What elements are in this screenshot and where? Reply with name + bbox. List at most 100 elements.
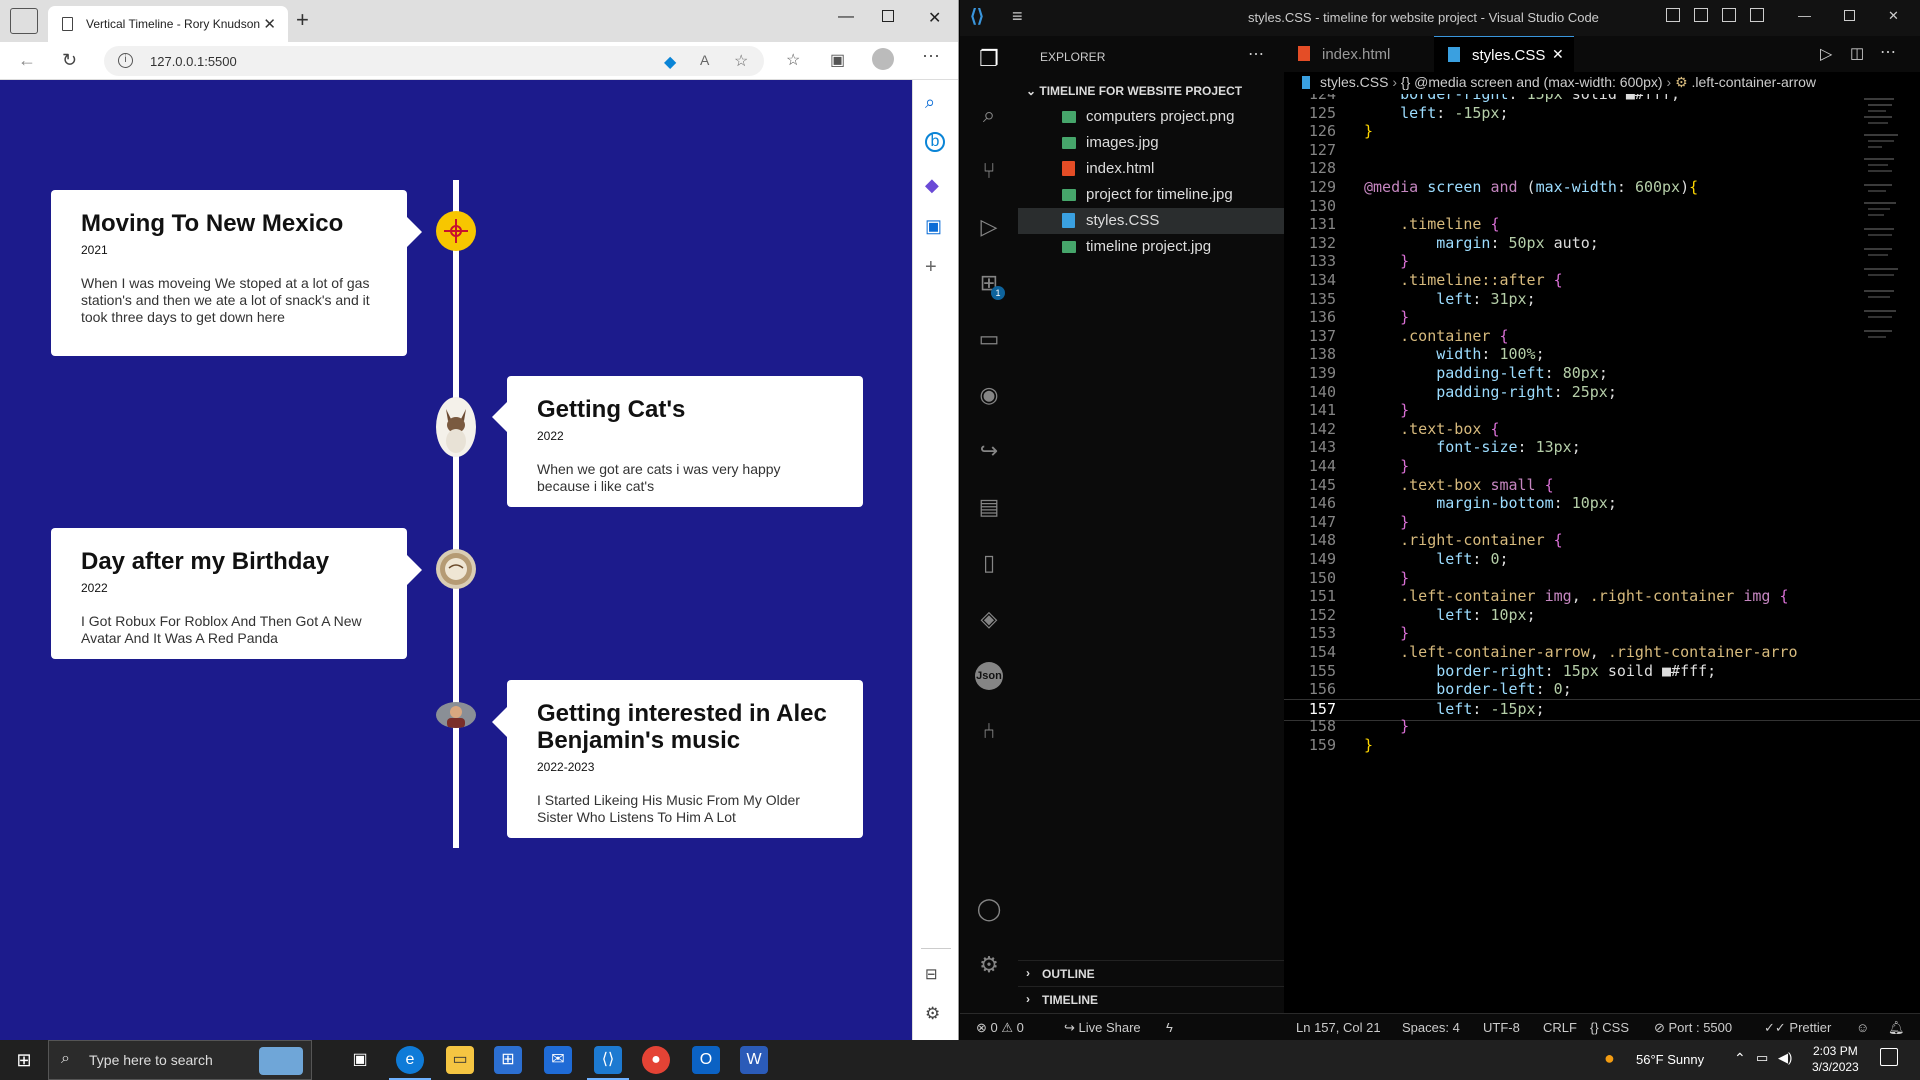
port-status[interactable]: ⊘ Port : 5500 [1654, 1020, 1732, 1036]
code-line[interactable]: 159} [1284, 736, 1920, 758]
breadcrumb-item[interactable]: {} @media screen and (max-width: 600px) [1401, 74, 1663, 90]
git-graph-icon[interactable]: ⑃ [975, 718, 1003, 746]
chrome-icon[interactable]: ● [642, 1046, 670, 1074]
clock[interactable]: 2:03 PM 3/3/2023 [1812, 1044, 1859, 1074]
mail-icon[interactable]: ✉ [544, 1046, 572, 1074]
outlook-taskbar-icon[interactable]: O [692, 1046, 720, 1074]
toggle-panel-icon[interactable] [1694, 8, 1708, 22]
maximize-icon[interactable] [882, 10, 894, 22]
favorites-icon[interactable]: ☆ [786, 50, 800, 70]
close-tab-icon[interactable]: ✕ [263, 15, 276, 33]
manage-gear-icon[interactable]: ⚙ [975, 952, 1003, 980]
read-aloud-icon[interactable]: A [700, 52, 709, 68]
file-item[interactable]: computers project.png [1018, 104, 1284, 130]
shopping-icon[interactable]: ◆ [925, 175, 939, 196]
tab-styles-css[interactable]: styles.CSS ✕ [1434, 36, 1574, 72]
split-editor-icon[interactable]: ◫ [1850, 44, 1864, 62]
browser-tab[interactable]: Vertical Timeline - Rory Knudson ✕ [48, 6, 288, 42]
profile-avatar[interactable] [872, 48, 894, 70]
toggle-primary-sidebar-icon[interactable] [1666, 8, 1680, 22]
github-icon[interactable]: ◉ [975, 382, 1003, 410]
terminal-icon[interactable]: ▤ [975, 494, 1003, 522]
maximize-icon[interactable] [1844, 10, 1855, 21]
close-window-icon[interactable]: ✕ [928, 8, 941, 28]
notifications-icon[interactable] [1880, 1048, 1898, 1066]
add-icon[interactable]: + [925, 256, 937, 279]
notifications-bell-icon[interactable]: 🔔︎ [1888, 1020, 1905, 1036]
lightning-icon[interactable]: ϟ [1166, 1020, 1173, 1035]
more-actions-icon[interactable]: ⋯ [1880, 42, 1896, 62]
timeline-section[interactable]: › TIMELINE [1018, 986, 1284, 1012]
shopping-tag-icon[interactable]: ◆ [664, 52, 676, 72]
python-icon[interactable]: ◈ [975, 606, 1003, 634]
store-icon[interactable]: ⊞ [494, 1046, 522, 1074]
minimap[interactable] [1860, 94, 1916, 354]
file-item[interactable]: images.jpg [1018, 130, 1284, 156]
minimize-icon[interactable]: — [838, 8, 854, 26]
vscode-taskbar-icon[interactable]: ⟨⟩ [594, 1046, 622, 1074]
file-item[interactable]: timeline project.jpg [1018, 234, 1284, 260]
feedback-icon[interactable]: ☺ [1856, 1020, 1869, 1035]
problems-status[interactable]: ⊗ 0 ⚠ 0 [976, 1020, 1024, 1036]
toggle-secondary-sidebar-icon[interactable] [1722, 8, 1736, 22]
search-icon[interactable]: ⌕ [975, 102, 1003, 130]
prettier-status[interactable]: ✓✓ Prettier [1764, 1020, 1831, 1036]
file-explorer-icon[interactable]: ▭ [446, 1046, 474, 1074]
outlook-icon[interactable]: ▣ [925, 216, 942, 237]
task-view-icon[interactable]: ▣ [346, 1046, 374, 1074]
file-item-selected[interactable]: styles.CSS [1018, 208, 1284, 234]
more-actions-icon[interactable]: ⋯ [1248, 44, 1264, 64]
live-share-status[interactable]: ↪ Live Share [1064, 1020, 1141, 1036]
explorer-icon[interactable]: ❐ [975, 46, 1003, 74]
tab-index-html[interactable]: index.html [1284, 36, 1434, 72]
more-icon[interactable]: ⋯ [922, 46, 940, 67]
split-screen-icon[interactable]: ⊟ [925, 965, 938, 983]
word-icon[interactable]: W [740, 1046, 768, 1074]
code-editor[interactable]: 124 border-right: 15px solid ■#fff; 125 l… [1284, 94, 1920, 954]
taskbar-search[interactable]: ⌕ Type here to search [48, 1040, 312, 1080]
run-icon[interactable]: ▷ [1820, 44, 1832, 64]
weather-icon[interactable]: ● [1604, 1048, 1615, 1069]
collections-icon[interactable]: ▣ [830, 50, 845, 70]
extensions-icon[interactable]: ⊞ 1 [975, 270, 1005, 300]
accounts-icon[interactable]: ◯ [975, 896, 1003, 924]
windows-start-icon[interactable]: ⊞ [10, 1046, 38, 1074]
outline-section[interactable]: › OUTLINE [1018, 960, 1284, 986]
remote-explorer-icon[interactable]: ▭ [975, 326, 1003, 354]
favorite-icon[interactable]: ☆ [734, 51, 748, 71]
folder-header[interactable]: ⌄ TIMELINE FOR WEBSITE PROJECT [1018, 80, 1284, 102]
indentation-status[interactable]: Spaces: 4 [1402, 1020, 1460, 1035]
source-control-icon[interactable]: ⑂ [975, 158, 1003, 186]
language-status[interactable]: {} CSS [1590, 1020, 1629, 1035]
run-debug-icon[interactable]: ▷ [975, 214, 1003, 242]
eol-status[interactable]: CRLF [1543, 1020, 1577, 1035]
customize-layout-icon[interactable] [1750, 8, 1764, 22]
new-tab-icon[interactable]: + [296, 7, 309, 33]
encoding-status[interactable]: UTF-8 [1483, 1020, 1520, 1035]
edge-taskbar-icon[interactable]: e [396, 1046, 424, 1074]
json-icon[interactable]: Json [975, 662, 1003, 690]
notebook-icon[interactable]: ▯ [975, 550, 1003, 578]
breadcrumb-item[interactable]: .left-container-arrow [1692, 74, 1817, 90]
back-icon[interactable]: ← [18, 50, 36, 71]
address-bar[interactable]: i 127.0.0.1:5500 ◆ A ☆ [104, 46, 764, 76]
menu-icon[interactable]: ≡ [1012, 6, 1023, 27]
minimize-icon[interactable]: — [1798, 8, 1811, 23]
file-item[interactable]: project for timeline.jpg [1018, 182, 1284, 208]
settings-icon[interactable]: ⚙ [925, 1004, 940, 1024]
tray-overflow-icon[interactable]: ⌃ [1734, 1050, 1746, 1067]
breadcrumb-item[interactable]: styles.CSS [1320, 74, 1388, 90]
refresh-icon[interactable]: ↻ [62, 50, 77, 71]
cursor-position[interactable]: Ln 157, Col 21 [1296, 1020, 1381, 1035]
live-share-icon[interactable]: ↪ [975, 438, 1003, 466]
file-item[interactable]: index.html [1018, 156, 1284, 182]
close-window-icon[interactable]: ✕ [1888, 8, 1899, 24]
tab-actions-icon[interactable] [10, 8, 38, 34]
close-tab-icon[interactable]: ✕ [1552, 46, 1564, 63]
bing-icon[interactable]: b [925, 132, 945, 152]
info-icon[interactable]: i [118, 53, 133, 68]
volume-icon[interactable]: ◀) [1778, 1050, 1792, 1066]
network-icon[interactable]: ▭ [1756, 1050, 1768, 1066]
weather-text[interactable]: 56°F Sunny [1636, 1052, 1704, 1067]
search-icon[interactable]: ⌕ [925, 92, 935, 113]
